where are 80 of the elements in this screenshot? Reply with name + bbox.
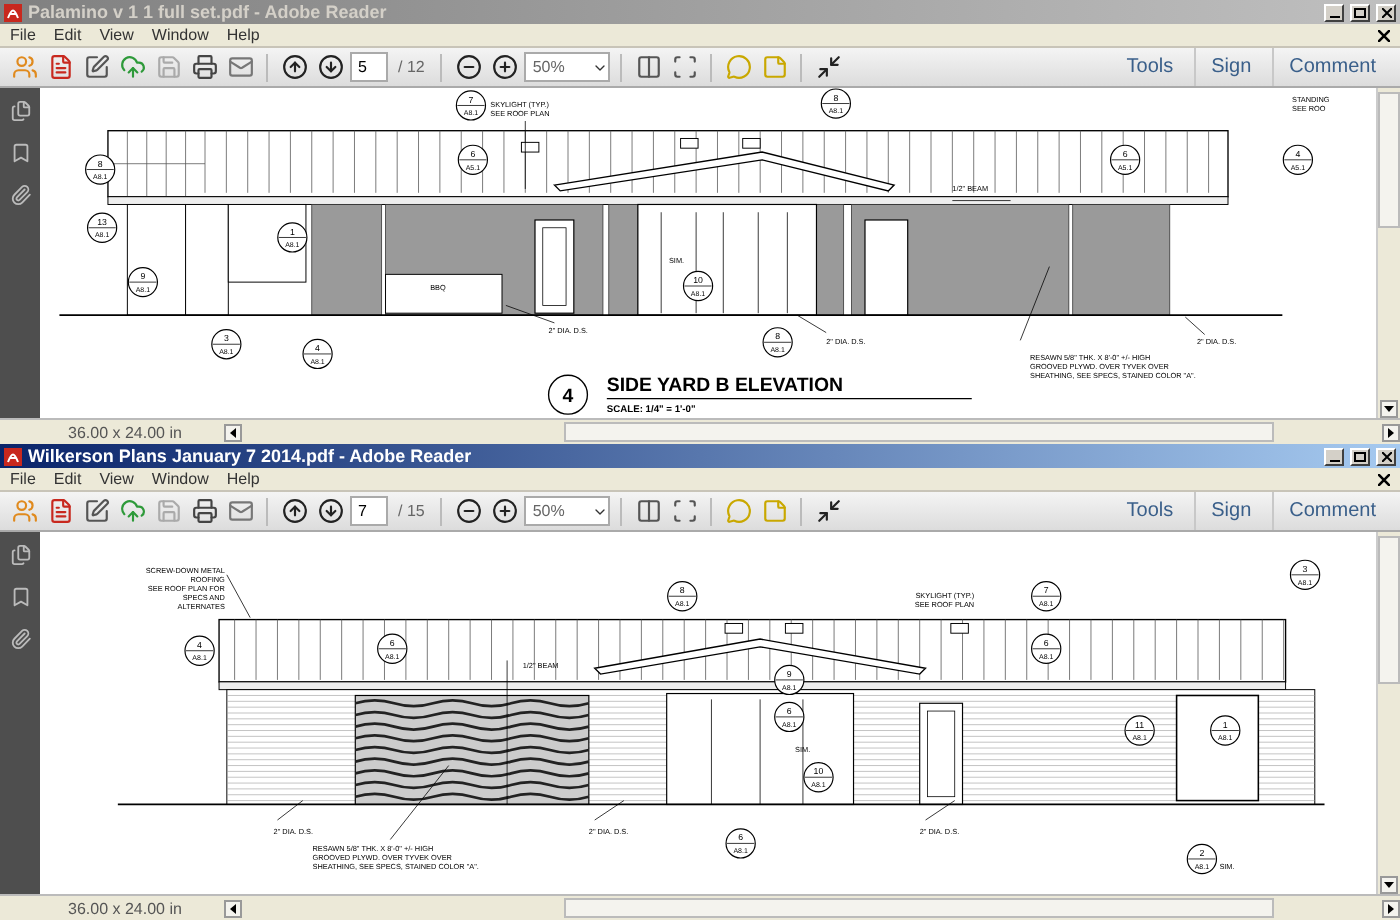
cloud-upload-icon[interactable] <box>116 495 148 527</box>
vertical-scrollbar[interactable] <box>1376 88 1400 418</box>
fit-page-icon[interactable] <box>632 495 665 527</box>
arrow-icon <box>1384 404 1394 414</box>
fit-page-icon[interactable] <box>632 51 665 83</box>
next-page-icon[interactable] <box>314 51 346 83</box>
page-number-field[interactable]: 7 <box>350 496 388 526</box>
cloud-upload-icon[interactable] <box>116 51 148 83</box>
collapse-icon[interactable] <box>812 495 845 527</box>
arrow-icon <box>1384 880 1394 890</box>
title-bubble: 4 <box>547 374 589 415</box>
maximize-icon <box>1354 7 1366 17</box>
menu-item[interactable]: View <box>99 26 134 44</box>
pdf-app-icon <box>4 447 22 465</box>
arrow-icon <box>228 903 238 913</box>
page-size-label: 36.00 x 24.00 in <box>66 899 184 917</box>
page-size-label: 36.00 x 24.00 in <box>66 423 184 441</box>
pane-tab[interactable]: Sign <box>1193 48 1268 86</box>
menu-item[interactable]: Edit <box>53 26 82 44</box>
horizontal-scrollbar[interactable] <box>224 422 1400 442</box>
menu-item[interactable]: File <box>10 470 36 488</box>
print-icon[interactable] <box>188 51 220 83</box>
fit-width-icon[interactable] <box>668 495 701 527</box>
mail-icon[interactable] <box>224 51 256 83</box>
menu-item[interactable]: File <box>10 26 36 44</box>
edit-icon[interactable] <box>80 51 112 83</box>
fit-width-icon[interactable] <box>668 51 701 83</box>
collapse-icon[interactable] <box>812 51 845 83</box>
menu-item[interactable]: Window <box>151 26 209 44</box>
pane-tab[interactable]: Sign <box>1193 492 1268 530</box>
pages-icon[interactable] <box>9 100 31 122</box>
zoom-out-icon[interactable] <box>452 51 485 83</box>
pages-icon[interactable] <box>9 544 31 566</box>
close-icon[interactable] <box>1378 29 1390 41</box>
pane-tab[interactable]: Comment <box>1271 492 1392 530</box>
close-icon[interactable] <box>1378 473 1390 485</box>
close-icon <box>1381 451 1391 461</box>
mail-icon[interactable] <box>224 495 256 527</box>
zoom-in-icon[interactable] <box>488 495 521 527</box>
previous-page-icon[interactable] <box>278 51 310 83</box>
page-count: / 15 <box>398 502 425 520</box>
menu-item[interactable]: Help <box>226 470 260 488</box>
bookmark-icon[interactable] <box>9 586 31 608</box>
arrow-icon <box>1386 903 1396 913</box>
zoom-dropdown[interactable]: 50% <box>524 496 611 526</box>
attachment-icon[interactable] <box>9 184 31 206</box>
menu-item[interactable]: Help <box>226 26 260 44</box>
menu-item[interactable]: Window <box>151 470 209 488</box>
vertical-scrollbar[interactable] <box>1376 532 1400 894</box>
next-page-icon[interactable] <box>314 495 346 527</box>
edit-icon[interactable] <box>80 495 112 527</box>
menu-item[interactable]: Edit <box>53 470 82 488</box>
print-icon[interactable] <box>188 495 220 527</box>
close-button[interactable] <box>1376 3 1396 21</box>
arrow-icon <box>228 427 238 437</box>
menu-item[interactable]: View <box>99 470 134 488</box>
maximize-button[interactable] <box>1350 3 1370 21</box>
close-icon <box>1381 7 1391 17</box>
drawing-title: SIDE YARD B ELEVATION <box>606 374 843 397</box>
horizontal-scrollbar[interactable] <box>224 898 1400 918</box>
previous-page-icon[interactable] <box>278 495 310 527</box>
maximize-button[interactable] <box>1350 447 1370 465</box>
attachment-icon[interactable] <box>9 628 31 650</box>
maximize-icon <box>1354 451 1366 461</box>
pane-tab[interactable]: Comment <box>1271 48 1392 86</box>
window-title: Palamino v 1 1 full set.pdf - Adobe Reader <box>28 2 389 22</box>
pane-tab[interactable]: Tools <box>1110 48 1190 86</box>
zoom-in-icon[interactable] <box>488 51 521 83</box>
arrow-icon <box>1386 427 1396 437</box>
pdf-app-icon <box>4 3 22 21</box>
pane-tab[interactable]: Tools <box>1110 492 1190 530</box>
page-number-field[interactable]: 5 <box>350 52 388 82</box>
close-button[interactable] <box>1376 447 1396 465</box>
page-count: / 12 <box>398 58 425 76</box>
bookmark-icon[interactable] <box>9 142 31 164</box>
window-title: Wilkerson Plans January 7 2014.pdf - Adobe Reader <box>28 446 474 466</box>
minimize-button[interactable] <box>1324 447 1344 465</box>
zoom-out-icon[interactable] <box>452 495 485 527</box>
minimize-button[interactable] <box>1324 3 1344 21</box>
zoom-dropdown[interactable]: 50% <box>524 52 611 82</box>
